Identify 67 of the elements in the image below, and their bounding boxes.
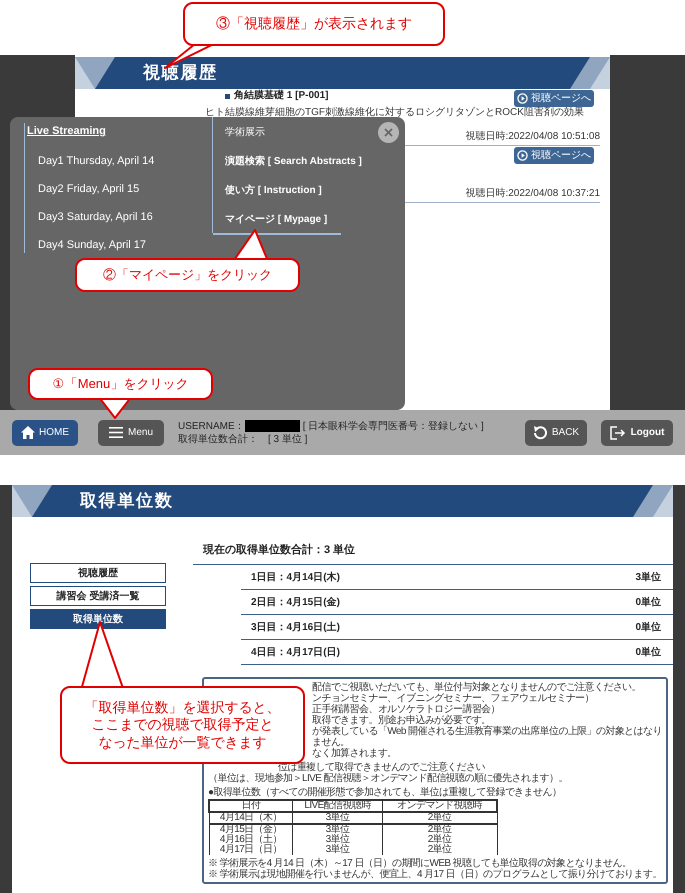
logout-button[interactable]: Logout xyxy=(601,420,673,446)
banner-corner-shape xyxy=(75,57,115,89)
table-cell: 2単位 xyxy=(382,845,497,855)
credits-total-text: 取得単位数合計： [ 3 単位 ] xyxy=(178,432,308,446)
logout-icon xyxy=(610,426,626,440)
notice-text: が発表している「Web 開催される生涯教育事業の出席単位の上限」の対象とはなりません。 xyxy=(312,726,662,748)
day-label: 2日目：4月15日(金) xyxy=(251,596,340,610)
day-credits: 0単位 xyxy=(635,620,661,634)
day-credits: 3単位 xyxy=(635,570,661,584)
menu-button[interactable]: Menu xyxy=(98,420,164,446)
username-label: USERNAME： xyxy=(178,420,245,432)
menu-link[interactable]: 使い方 [ Instruction ] xyxy=(225,183,322,198)
notice-text: 取得できます。別途お申込みが必要です。 xyxy=(312,715,491,726)
close-icon xyxy=(384,128,393,137)
side-nav-button[interactable]: 取得単位数 xyxy=(30,609,166,629)
banner-corner-shape xyxy=(570,57,610,89)
day-link[interactable]: Day2 Friday, April 15 xyxy=(38,182,212,196)
footnote: ※ 学術展示を4 月14 日（木）～17 日（日）の期間にWEB 視聴しても単位取得の対象となりません。 xyxy=(208,858,632,869)
credits-total-heading: 現在の取得単位数合計：3 単位 xyxy=(203,544,356,556)
day-link[interactable]: Day4 Sunday, April 17 xyxy=(38,238,212,252)
menu-icon xyxy=(108,427,123,438)
redaction-bar xyxy=(244,420,300,432)
side-nav-button[interactable]: 講習会 受講済一覧 xyxy=(30,586,166,606)
table-cell: 4月16日（土） xyxy=(209,835,293,845)
footnote: ※ 学術展示は現地開催を行いませんが、便宜上、4 月17 日（日）のプログラムとして振り分けております。 xyxy=(208,869,662,880)
notice-text: ンチョンセミナー、イブニングセミナー、フェアウェルセミナー） xyxy=(312,693,596,704)
side-nav-button[interactable]: 視聴履歴 xyxy=(30,563,166,583)
page-title: 取得単位数 xyxy=(80,490,174,512)
view-page-button[interactable]: 視聴ページへ xyxy=(514,147,594,164)
entry-title: 角結膜基礎 1 [P-001] xyxy=(234,90,328,102)
bullet-icon xyxy=(225,94,230,98)
member-number-text: [ 日本眼科学会専門医番号：登録しない ] xyxy=(302,420,484,432)
view-timestamp: 視聴日時:2022/04/08 10:51:08 xyxy=(465,130,600,144)
callout-text: ここまでの視聴で取得予定と xyxy=(92,716,274,734)
table-cell: 3単位 xyxy=(292,845,382,855)
table-cell: 4月17日（日） xyxy=(209,845,293,855)
day-link[interactable]: Day1 Thursday, April 14 xyxy=(38,154,212,168)
play-icon xyxy=(517,93,528,104)
play-icon xyxy=(517,150,528,161)
notice-text: 正手術講習会、オルソケラトロジー講習会） xyxy=(312,704,502,715)
day-label: 3日目：4月16日(土) xyxy=(251,620,340,634)
day-link[interactable]: Day3 Saturday, April 16 xyxy=(38,210,212,224)
close-button[interactable] xyxy=(378,122,399,143)
notice-text: なく加算されます。 xyxy=(312,748,398,759)
banner-corner-shape xyxy=(12,485,52,517)
home-icon xyxy=(21,426,35,439)
table-cell: 3単位 xyxy=(292,835,382,845)
table-caption: ●取得単位数（すべての開催形態で参加されても、単位は重複して登録できません） xyxy=(208,787,562,798)
notice-text: 配信でご視聴いただいても、単位付与対象となりませんのでご注意ください。 xyxy=(312,682,642,693)
callout-text: 「取得単位数」を選択すると、 xyxy=(84,698,280,716)
back-icon xyxy=(532,425,547,440)
notice-text: （単位は、現地参加＞LIVE 配信視聴＞オンデマンド配信視聴の順に優先されます）。 xyxy=(208,773,569,784)
day-credits: 0単位 xyxy=(635,596,661,610)
callout-text: なった単位が一覧できます xyxy=(98,734,266,752)
menu-link[interactable]: 演題検索 [ Search Abstracts ] xyxy=(225,154,362,169)
entry-description: ヒト結膜線維芽細胞のTGF刺激線維化に対するロシグリタゾンとROCK阻害剤の効果 xyxy=(205,107,584,118)
table-cell: 2単位 xyxy=(382,835,497,845)
day-label: 4日目：4月17日(日) xyxy=(251,646,340,660)
home-button[interactable]: HOME xyxy=(12,420,78,446)
banner-corner-shape xyxy=(633,485,673,517)
live-streaming-link[interactable]: Live Streaming xyxy=(27,123,212,140)
back-button[interactable]: BACK xyxy=(525,420,587,446)
view-timestamp: 視聴日時:2022/04/08 10:37:21 xyxy=(465,186,600,201)
view-page-button[interactable]: 視聴ページへ xyxy=(514,90,594,107)
day-credits: 0単位 xyxy=(635,646,661,660)
day-label: 1日目：4月14日(木) xyxy=(251,570,340,584)
section-label: 学術展示 xyxy=(225,126,265,140)
